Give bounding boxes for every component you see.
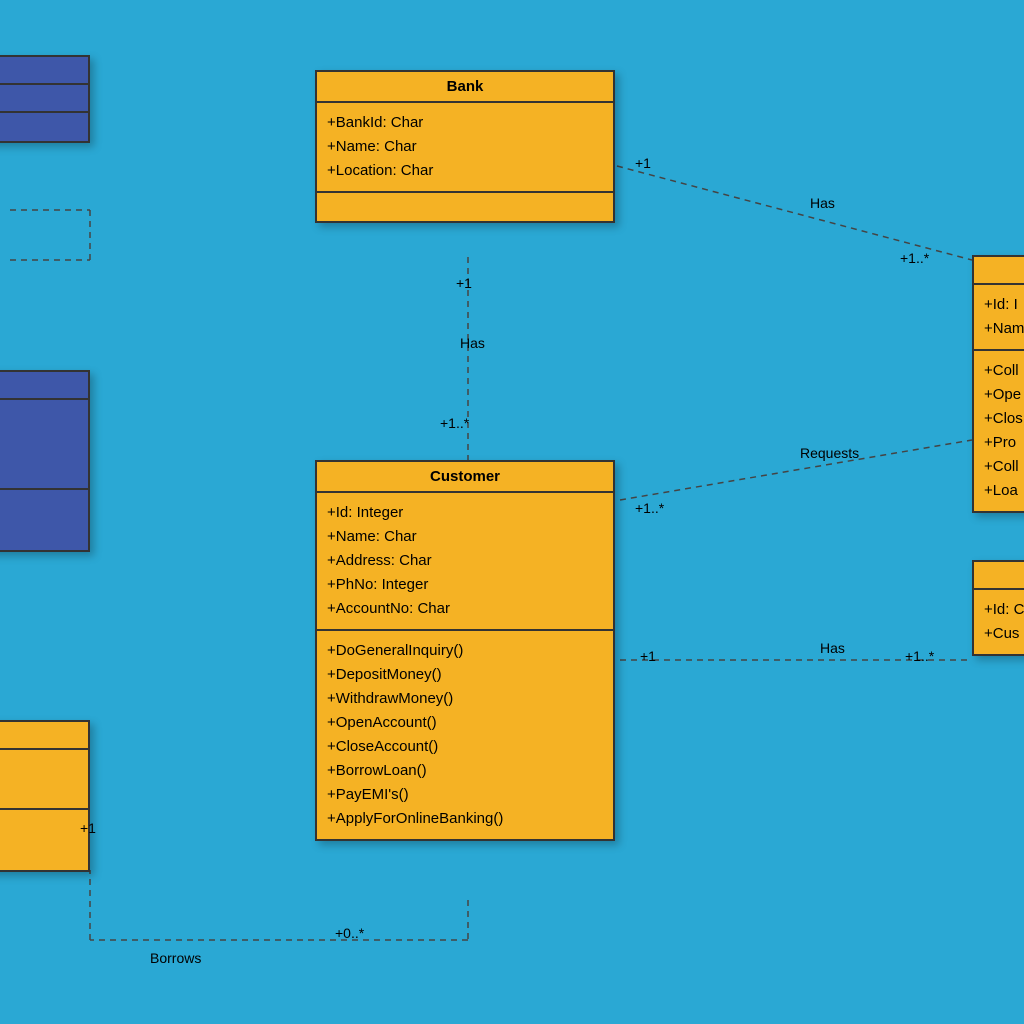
- customer-account-label: Has: [820, 640, 845, 656]
- customer-title: Customer: [317, 462, 613, 493]
- account-class: +Id: C +Cus: [972, 560, 1024, 656]
- account-title: [974, 562, 1024, 590]
- customer-loan-left: +1: [80, 820, 96, 836]
- account-attrs: +Id: C +Cus: [974, 590, 1024, 654]
- bank-attrs: +BankId: Char +Name: Char +Location: Cha…: [317, 103, 613, 193]
- teller-attrs: +Id: I +Nam: [974, 285, 1024, 351]
- bank-teller-right: +1..*: [900, 250, 929, 266]
- left-class-2-title: [0, 372, 88, 400]
- bank-teller-left: +1: [635, 155, 651, 171]
- teller-class: +Id: I +Nam +Coll +Ope +Clos +Pro +Coll …: [972, 255, 1024, 513]
- customer-methods: +DoGeneralInquiry() +DepositMoney() +Wit…: [317, 631, 613, 839]
- bank-customer-bottom: +1..*: [440, 415, 469, 431]
- customer-class: Customer +Id: Integer +Name: Char +Addre…: [315, 460, 615, 841]
- bank-customer-top: +1: [456, 275, 472, 291]
- teller-methods: +Coll +Ope +Clos +Pro +Coll +Loa: [974, 351, 1024, 511]
- left-class-2: [0, 370, 90, 552]
- customer-teller-label: Requests: [800, 445, 859, 461]
- bank-class: Bank +BankId: Char +Name: Char +Location…: [315, 70, 615, 223]
- bank-teller-label: Has: [810, 195, 835, 211]
- customer-loan-label: Borrows: [150, 950, 201, 966]
- customer-loan-right: +0..*: [335, 925, 364, 941]
- left-class-1-title: [0, 57, 88, 85]
- customer-attrs: +Id: Integer +Name: Char +Address: Char …: [317, 493, 613, 631]
- bank-title: Bank: [317, 72, 613, 103]
- teller-title: [974, 257, 1024, 285]
- left-class-1: [0, 55, 90, 143]
- customer-account-right: +1..*: [905, 648, 934, 664]
- customer-account-left: +1: [640, 648, 656, 664]
- bank-customer-label: Has: [460, 335, 485, 351]
- loan-class: [0, 720, 90, 872]
- bank-methods: [317, 193, 613, 221]
- customer-teller-left: +1..*: [635, 500, 664, 516]
- loan-title: [0, 722, 88, 750]
